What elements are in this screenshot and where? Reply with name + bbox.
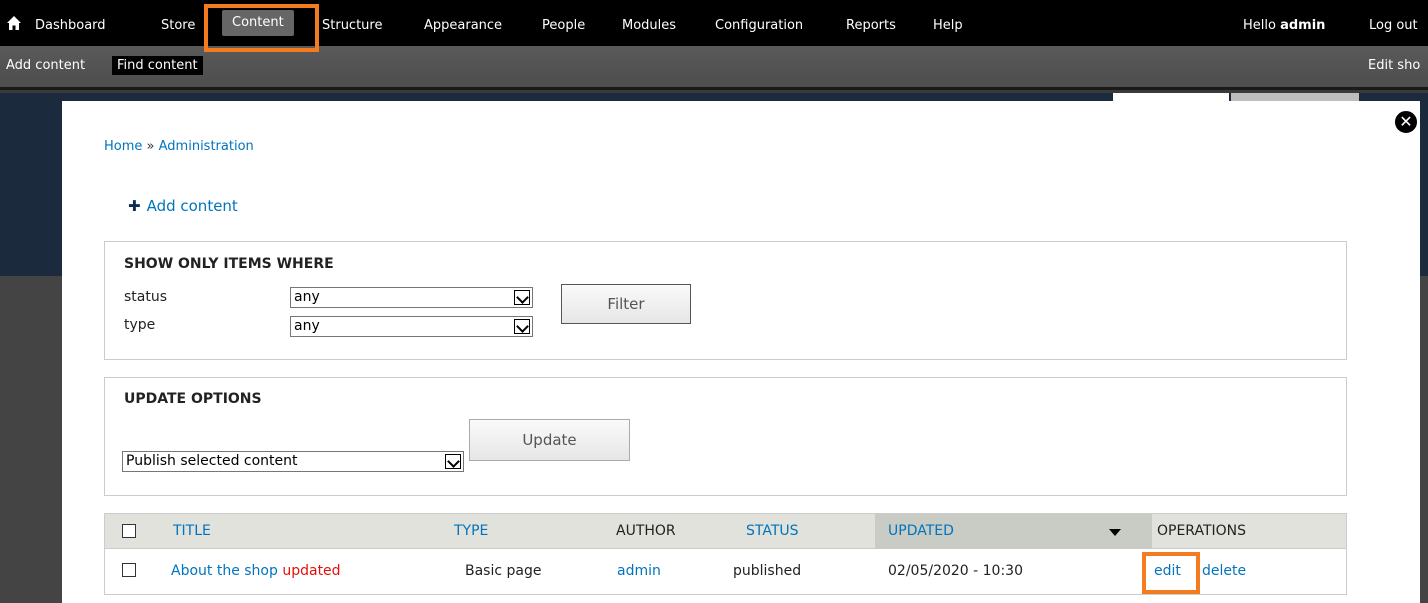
column-type-link[interactable]: TYPE <box>454 523 488 539</box>
toolbar-item-help[interactable]: Help <box>933 0 963 46</box>
status-select[interactable]: any <box>290 287 533 308</box>
sort-desc-icon[interactable] <box>1109 529 1121 536</box>
column-status[interactable]: STATUS <box>746 523 799 539</box>
admin-toolbar: Dashboard Store Content Structure Appear… <box>0 0 1428 46</box>
toolbar-item-dashboard[interactable]: Dashboard <box>35 0 106 46</box>
update-button[interactable]: Update <box>469 419 630 461</box>
chevron-down-icon <box>445 454 461 469</box>
plus-icon: ✚ <box>128 197 141 215</box>
toolbar-item-modules[interactable]: Modules <box>622 0 676 46</box>
column-updated-link[interactable]: UPDATED <box>888 523 954 539</box>
type-select[interactable]: any <box>290 316 533 337</box>
column-updated[interactable]: UPDATED <box>888 523 954 539</box>
toolbar-item-structure[interactable]: Structure <box>322 0 382 46</box>
breadcrumb-home[interactable]: Home <box>104 139 142 154</box>
add-content-label: Add content <box>146 197 238 215</box>
breadcrumb-separator: » <box>146 139 155 154</box>
breadcrumb-administration[interactable]: Administration <box>159 139 254 154</box>
filter-button[interactable]: Filter <box>561 284 691 324</box>
filter-legend: SHOW ONLY ITEMS WHERE <box>124 256 334 272</box>
row-updated: 02/05/2020 - 10:30 <box>888 563 1023 579</box>
edit-link[interactable]: edit <box>1154 563 1181 579</box>
row-author: admin <box>617 563 661 579</box>
username: admin <box>1280 18 1326 33</box>
logout-link[interactable]: Log out <box>1369 0 1418 52</box>
backdrop-tab <box>1231 93 1359 101</box>
operation-select[interactable]: Publish selected content <box>122 451 464 472</box>
backdrop-tab-active <box>1113 93 1229 101</box>
toolbar-item-configuration[interactable]: Configuration <box>715 0 803 46</box>
toolbar-item-people[interactable]: People <box>542 0 585 46</box>
column-type[interactable]: TYPE <box>454 523 488 539</box>
row-status: published <box>733 563 802 579</box>
update-legend: UPDATE OPTIONS <box>124 391 262 407</box>
column-title-link[interactable]: TITLE <box>173 523 211 539</box>
edit-shortcuts-link[interactable]: Edit sho <box>1368 58 1420 73</box>
type-label: type <box>124 317 156 333</box>
column-status-link[interactable]: STATUS <box>746 523 799 539</box>
toolbar-item-appearance[interactable]: Appearance <box>424 0 502 46</box>
user-greeting: Hello admin <box>1243 0 1325 52</box>
chevron-down-icon <box>514 319 530 334</box>
column-author: AUTHOR <box>616 523 676 539</box>
status-label: status <box>124 289 168 305</box>
toolbar-item-content[interactable]: Content <box>222 10 294 36</box>
row-edit: edit <box>1154 563 1181 579</box>
table-header: TITLE TYPE AUTHOR STATUS UPDATED OPERATI… <box>104 513 1347 549</box>
row-checkbox[interactable] <box>122 563 136 577</box>
row-title-link[interactable]: About the shop <box>171 563 278 579</box>
operation-select-value: Publish selected content <box>126 453 298 469</box>
update-fieldset <box>104 377 1347 496</box>
breadcrumb: Home » Administration <box>104 139 254 154</box>
table-row: About the shop updated Basic page admin … <box>104 549 1347 595</box>
home-icon[interactable] <box>6 15 22 31</box>
shortcut-add-content[interactable]: Add content <box>6 58 85 73</box>
row-delete: delete <box>1202 563 1246 579</box>
shortcut-find-content[interactable]: Find content <box>112 56 203 75</box>
delete-link[interactable]: delete <box>1202 563 1246 579</box>
close-overlay-button[interactable]: ✕ <box>1393 109 1419 135</box>
status-select-value: any <box>294 289 320 305</box>
toolbar-item-reports[interactable]: Reports <box>846 0 896 46</box>
select-all-checkbox[interactable] <box>122 524 136 538</box>
column-title[interactable]: TITLE <box>173 523 211 539</box>
toolbar-item-store[interactable]: Store <box>161 0 195 46</box>
chevron-down-icon <box>514 290 530 305</box>
shortcuts-bar: Add content Find content Edit sho <box>0 46 1428 90</box>
column-operations: OPERATIONS <box>1157 523 1247 539</box>
add-content-link[interactable]: ✚ Add content <box>128 197 238 215</box>
type-select-value: any <box>294 318 320 334</box>
updated-marker: updated <box>282 563 341 579</box>
row-author-link[interactable]: admin <box>617 563 661 579</box>
greeting-prefix: Hello <box>1243 18 1276 33</box>
row-title: About the shop updated <box>171 563 341 579</box>
row-type: Basic page <box>465 563 542 579</box>
